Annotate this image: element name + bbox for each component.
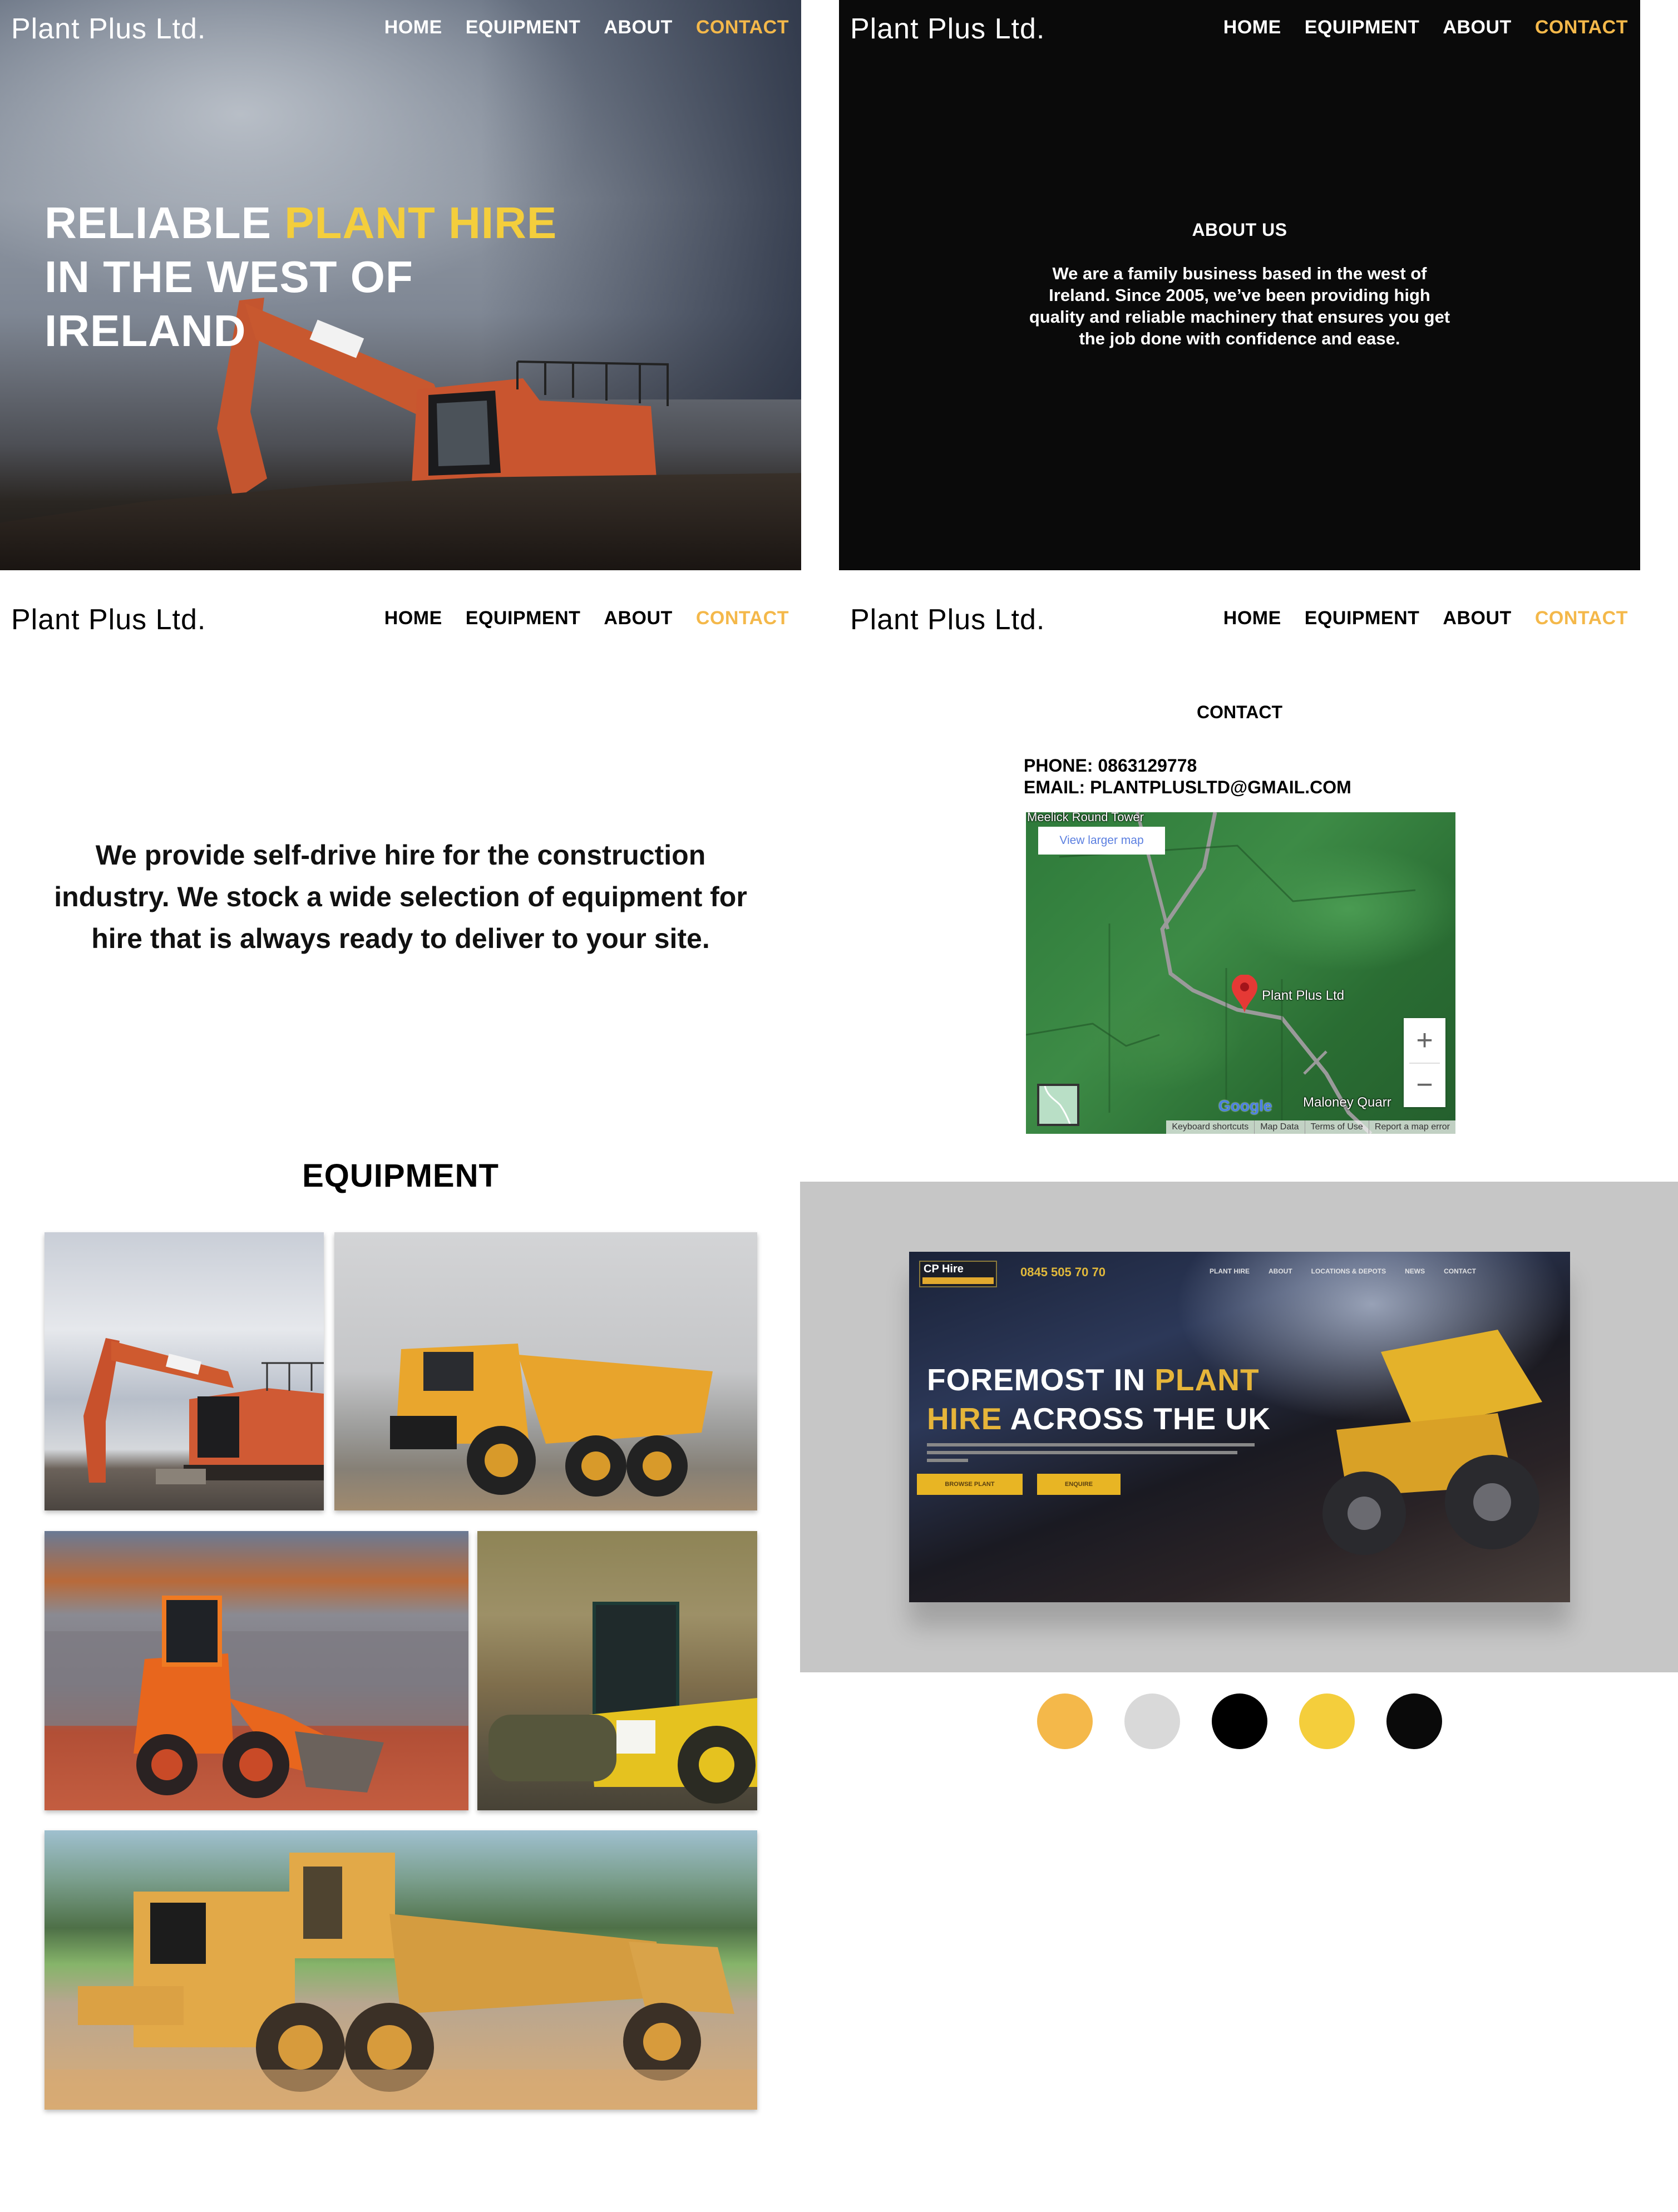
map-data-link[interactable]: Map Data	[1254, 1120, 1304, 1134]
color-swatch	[1124, 1693, 1180, 1749]
contact-info: PHONE: 0863129778 EMAIL: PLANTPLUSLTD@GM…	[1024, 755, 1351, 798]
equipment-photo-road-roller[interactable]	[477, 1531, 757, 1810]
nav-contact[interactable]: CONTACT	[1535, 17, 1628, 38]
contact-title: CONTACT	[1196, 702, 1283, 722]
nav-equipment[interactable]: EQUIPMENT	[1305, 608, 1420, 629]
mockup-nav-item: NEWS	[1405, 1267, 1425, 1275]
map-pin-icon[interactable]	[1231, 975, 1258, 1014]
equipment-photo-wheel-loader[interactable]	[45, 1531, 468, 1810]
motor-grader-illustration	[45, 1853, 757, 2110]
color-swatch	[1212, 1693, 1267, 1749]
zoom-out-button[interactable]: −	[1404, 1063, 1445, 1107]
nav-bar-equipment: Plant Plus Ltd. HOME EQUIPMENT ABOUT CON…	[0, 591, 801, 646]
equipment-photo-excavator[interactable]	[45, 1232, 324, 1510]
mockup-nav: PLANT HIRE ABOUT LOCATIONS & DEPOTS NEWS…	[1210, 1267, 1476, 1275]
nav-links: HOME EQUIPMENT ABOUT CONTACT	[384, 608, 789, 629]
mockup-subtext	[927, 1441, 1272, 1467]
brand-logo[interactable]: Plant Plus Ltd.	[11, 603, 206, 636]
nav-contact[interactable]: CONTACT	[1535, 608, 1628, 629]
map-type-toggle[interactable]	[1037, 1084, 1079, 1126]
intro-paragraph: We provide self-drive hire for the const…	[54, 840, 747, 954]
map-report-error-link[interactable]: Report a map error	[1368, 1120, 1455, 1134]
map-terms-link[interactable]: Terms of Use	[1304, 1120, 1369, 1134]
about-body: We are a family business based in the we…	[1029, 264, 1450, 348]
mockup-logo: CP Hire	[919, 1261, 997, 1287]
map-place-label-top: Meelick Round Tower	[1027, 812, 1144, 824]
brand-logo[interactable]: Plant Plus Ltd.	[11, 12, 206, 46]
view-larger-map-button[interactable]: View larger map	[1038, 827, 1165, 855]
map-zoom-control: + −	[1404, 1018, 1445, 1107]
nav-home[interactable]: HOME	[1223, 608, 1281, 629]
embedded-map[interactable]: Meelick Round Tower View larger map Plan…	[1026, 812, 1455, 1134]
map-pin-label: Plant Plus Ltd	[1262, 988, 1345, 1003]
mockup-button-browse: BROWSE PLANT	[917, 1474, 1023, 1495]
nav-about[interactable]: ABOUT	[604, 608, 672, 629]
equipment-photo-motor-grader[interactable]	[45, 1830, 757, 2110]
contact-phone[interactable]: PHONE: 0863129778	[1024, 755, 1351, 777]
map-place-label-bottom: Maloney Quarr	[1303, 1095, 1391, 1110]
nav-equipment[interactable]: EQUIPMENT	[1305, 17, 1420, 38]
equipment-photo-dump-truck[interactable]	[334, 1232, 757, 1510]
brand-logo[interactable]: Plant Plus Ltd.	[850, 12, 1045, 46]
color-swatch	[1386, 1693, 1442, 1749]
map-roads	[1026, 812, 1416, 1134]
color-swatch	[1299, 1693, 1355, 1749]
nav-about[interactable]: ABOUT	[1443, 608, 1511, 629]
nav-bar-hero: Plant Plus Ltd. HOME EQUIPMENT ABOUT CON…	[0, 0, 801, 56]
mockup-headline: FOREMOST IN PLANT HIRE ACROSS THE UK	[927, 1362, 1271, 1436]
nav-about[interactable]: ABOUT	[604, 17, 672, 38]
mockup-dumper-image	[1322, 1330, 1542, 1555]
contact-email[interactable]: EMAIL: PLANTPLUSLTD@GMAIL.COM	[1024, 777, 1351, 798]
google-logo: Google	[1218, 1097, 1272, 1114]
map-footer: Keyboard shortcuts Map Data Terms of Use…	[1166, 1120, 1455, 1134]
brand-logo[interactable]: Plant Plus Ltd.	[850, 603, 1045, 636]
reference-website-mockup: CP Hire 0845 505 70 70 PLANT HIRE ABOUT …	[909, 1252, 1570, 1602]
nav-equipment[interactable]: EQUIPMENT	[466, 608, 581, 629]
nav-links: HOME EQUIPMENT ABOUT CONTACT	[384, 17, 789, 38]
hero-section: RELIABLE PLANT HIRE IN THE WEST OF IRELA…	[0, 0, 801, 570]
mockup-logo-text: CP Hire	[924, 1263, 964, 1275]
wheel-loader-illustration	[45, 1596, 468, 1798]
nav-contact[interactable]: CONTACT	[696, 608, 789, 629]
mockup-phone: 0845 505 70 70	[1020, 1265, 1105, 1279]
nav-home[interactable]: HOME	[384, 17, 442, 38]
zoom-in-button[interactable]: +	[1404, 1018, 1445, 1063]
nav-links: HOME EQUIPMENT ABOUT CONTACT	[1223, 608, 1628, 629]
nav-equipment[interactable]: EQUIPMENT	[466, 17, 581, 38]
nav-about[interactable]: ABOUT	[1443, 17, 1511, 38]
nav-home[interactable]: HOME	[1223, 17, 1281, 38]
headline-line-2: IN THE WEST OF	[45, 252, 413, 302]
mockup-nav-item: LOCATIONS & DEPOTS	[1311, 1267, 1386, 1275]
color-swatch	[1037, 1693, 1093, 1749]
headline-line-3: IRELAND	[45, 306, 246, 356]
mockup-nav-item: PLANT HIRE	[1210, 1267, 1250, 1275]
nav-links: HOME EQUIPMENT ABOUT CONTACT	[1223, 17, 1628, 38]
mockup-nav-item: CONTACT	[1444, 1267, 1476, 1275]
mockup-nav-item: ABOUT	[1269, 1267, 1292, 1275]
nav-bar-about: Plant Plus Ltd. HOME EQUIPMENT ABOUT CON…	[839, 0, 1640, 56]
map-terrain-icon	[1044, 1085, 1071, 1124]
nav-bar-contact: Plant Plus Ltd. HOME EQUIPMENT ABOUT CON…	[839, 591, 1640, 646]
road-roller-illustration	[488, 1602, 757, 1804]
excavator-illustration	[83, 1338, 324, 1484]
mockup-button-enquire: ENQUIRE	[1037, 1474, 1121, 1495]
map-keyboard-shortcuts[interactable]: Keyboard shortcuts	[1166, 1120, 1254, 1134]
hero-headline: RELIABLE PLANT HIRE IN THE WEST OF IRELA…	[45, 196, 557, 358]
dump-truck-illustration	[390, 1344, 713, 1497]
nav-home[interactable]: HOME	[384, 608, 442, 629]
equipment-title: EQUIPMENT	[302, 1158, 499, 1194]
about-title: ABOUT US	[1192, 220, 1287, 240]
about-section: ABOUT US We are a family business based …	[839, 0, 1640, 570]
headline-white-text: RELIABLE	[45, 198, 285, 248]
headline-highlight-text: PLANT HIRE	[284, 198, 557, 248]
nav-contact[interactable]: CONTACT	[696, 17, 789, 38]
